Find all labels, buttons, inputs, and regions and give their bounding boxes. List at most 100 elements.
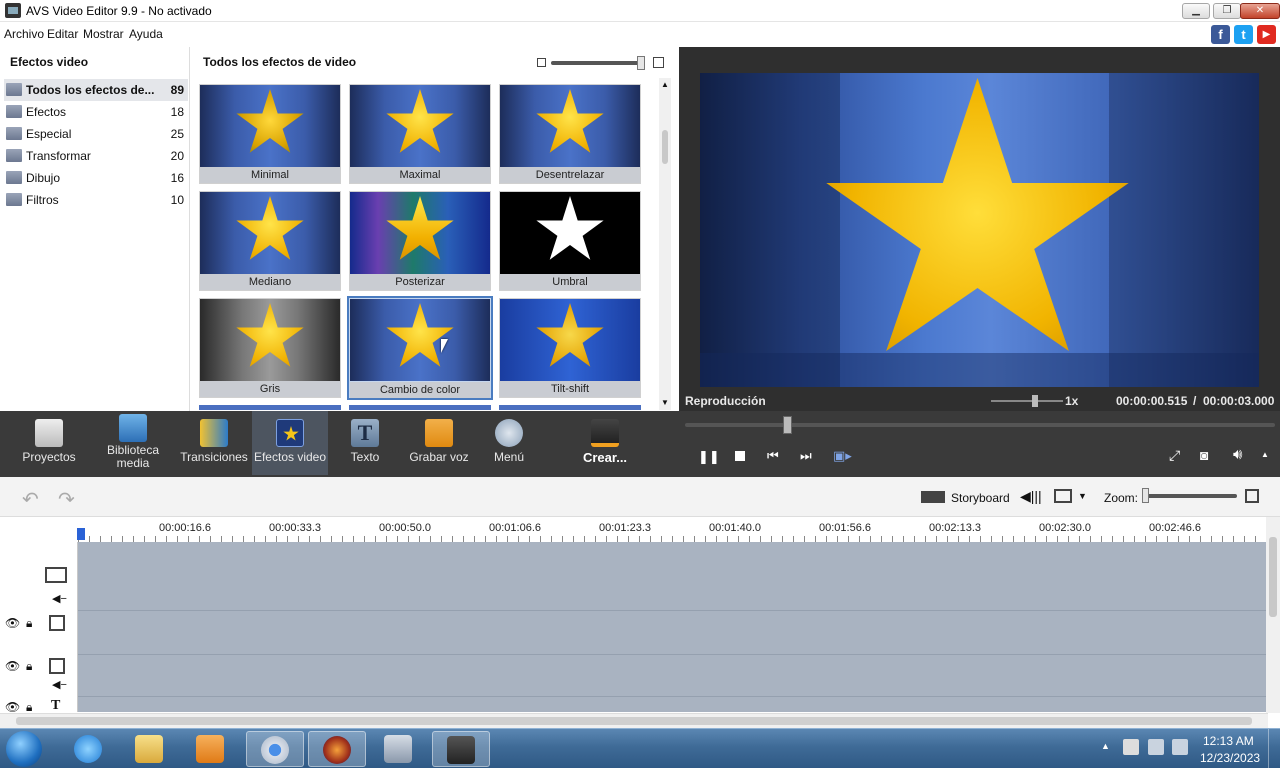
toolbar-crear-button[interactable]: Crear... — [572, 411, 638, 475]
scroll-down-icon[interactable]: ▼ — [661, 398, 669, 407]
previous-frame-icon[interactable]: ⏮ — [767, 448, 779, 464]
scroll-thumb[interactable] — [662, 130, 668, 164]
timeline-vertical-scrollbar[interactable] — [1266, 517, 1280, 713]
effect-tile-posterizar[interactable]: Posterizar — [349, 191, 491, 291]
timeline-horizontal-scrollbar[interactable] — [0, 713, 1268, 728]
pause-icon[interactable]: ❚❚ — [698, 449, 720, 465]
youtube-icon[interactable]: ▶ — [1257, 25, 1276, 44]
scroll-thumb[interactable] — [1269, 537, 1277, 617]
taskbar-explorer[interactable] — [121, 731, 179, 767]
storyboard-label[interactable]: Storyboard — [951, 491, 1010, 505]
ruler-tick-label: 00:01:40.0 — [709, 522, 761, 534]
audio-mixer-icon[interactable]: ◀||| — [1020, 488, 1042, 505]
redo-icon[interactable]: ↷ — [58, 487, 75, 512]
preview-video[interactable] — [700, 73, 1259, 387]
effect-tile-gris[interactable]: Gris — [199, 298, 341, 398]
audio-mute-icon[interactable]: ◀− — [52, 592, 67, 605]
taskbar-ie[interactable] — [60, 731, 118, 767]
thumbnail-size-slider[interactable] — [551, 61, 643, 65]
show-hidden-icons-icon[interactable]: ▲ — [1101, 741, 1110, 751]
dropdown-arrow-icon[interactable]: ▼ — [1078, 491, 1087, 501]
zoom-slider-handle[interactable] — [1142, 488, 1149, 503]
effects-scrollbar[interactable]: ▲ ▼ — [659, 78, 671, 410]
effect-tile-desentrelazar[interactable]: Desentrelazar — [499, 84, 641, 184]
clock-time[interactable]: 12:13 AM — [1203, 734, 1254, 748]
toolbar-proyectos-button[interactable]: Proyectos — [18, 411, 80, 475]
action-center-icon[interactable] — [1123, 739, 1139, 755]
speed-slider[interactable] — [991, 400, 1063, 402]
show-desktop-button[interactable] — [1268, 729, 1280, 769]
category-item-dibujo[interactable]: Dibujo 16 — [4, 167, 188, 189]
menu-editar[interactable]: Editar — [47, 27, 78, 41]
minimize-button[interactable]: ▁ — [1182, 3, 1210, 19]
lock-icon[interactable]: 🔒︎ — [26, 659, 32, 674]
category-item-especial[interactable]: Especial 25 — [4, 123, 188, 145]
category-item-efectos[interactable]: Efectos 18 — [4, 101, 188, 123]
category-item-all[interactable]: Todos los efectos de... 89 — [4, 79, 188, 101]
play-selection-icon[interactable]: ▣▸ — [833, 448, 852, 464]
taskbar-firefox[interactable] — [308, 731, 366, 767]
display-mode-icon[interactable] — [1054, 489, 1072, 503]
lock-icon[interactable]: 🔒︎ — [26, 616, 32, 631]
effect-thumbnail — [500, 192, 640, 274]
toolbar-efectos-video-button[interactable]: Efectos video — [252, 411, 328, 475]
category-count: 20 — [170, 149, 184, 163]
large-thumb-icon[interactable] — [653, 57, 664, 68]
playback-progress-bar[interactable] — [685, 423, 1275, 427]
storyboard-icon[interactable] — [921, 491, 945, 503]
zoom-slider[interactable] — [1143, 494, 1237, 498]
visibility-eye-icon[interactable]: 👁︎ — [5, 700, 20, 714]
clock-date[interactable]: 12/23/2023 — [1200, 751, 1260, 765]
effect-tile-umbral[interactable]: Umbral — [499, 191, 641, 291]
scroll-thumb[interactable] — [16, 717, 1252, 725]
slider-handle[interactable] — [637, 56, 645, 70]
taskbar-avs-video-editor[interactable] — [432, 731, 490, 767]
speed-slider-handle[interactable] — [1032, 395, 1038, 407]
effect-tile-maximal[interactable]: Maximal — [349, 84, 491, 184]
visibility-eye-icon[interactable]: 👁︎ — [5, 659, 20, 673]
volume-muted-icon[interactable] — [1172, 739, 1188, 755]
toolbar-transiciones-button[interactable]: Transiciones — [180, 411, 248, 475]
timeline-ruler[interactable]: 00:00:16.6 00:00:33.3 00:00:50.0 00:01:0… — [0, 517, 1268, 542]
toolbar-biblioteca-button[interactable]: Biblioteca media — [100, 411, 166, 475]
fullscreen-icon[interactable]: ⤢ — [1169, 447, 1180, 464]
taskbar-chrome[interactable] — [246, 731, 304, 767]
small-thumb-icon[interactable] — [537, 58, 546, 67]
audio-mute-icon[interactable]: ◀− — [52, 678, 67, 691]
visibility-eye-icon[interactable]: 👁︎ — [5, 616, 20, 630]
playhead-marker[interactable] — [77, 528, 85, 540]
create-clapperboard-icon — [591, 419, 619, 447]
restore-button[interactable]: ❐ — [1213, 3, 1241, 19]
undo-icon[interactable]: ↶ — [22, 487, 39, 512]
toolbar-grabar-voz-button[interactable]: Grabar voz — [404, 411, 474, 475]
track-headers: ◀− 👁︎ 🔒︎ 👁︎ 🔒︎ ◀− 👁︎ 🔒︎ T — [0, 542, 78, 714]
category-item-filtros[interactable]: Filtros 10 — [4, 189, 188, 211]
start-button-icon[interactable] — [6, 731, 42, 767]
scroll-up-icon[interactable]: ▲ — [661, 80, 669, 89]
stop-icon[interactable] — [735, 451, 745, 461]
effect-tile-cambio-de-color[interactable]: Cambio de color — [347, 296, 493, 400]
twitter-icon[interactable]: t — [1234, 25, 1253, 44]
menu-ayuda[interactable]: Ayuda — [129, 27, 163, 41]
next-frame-icon[interactable]: ⏭ — [800, 448, 812, 464]
expand-up-icon[interactable]: ▲ — [1261, 450, 1269, 459]
taskbar-media-player[interactable] — [182, 731, 240, 767]
close-button[interactable]: ✕ — [1240, 3, 1280, 19]
menu-archivo[interactable]: Archivo — [4, 27, 44, 41]
facebook-icon[interactable]: f — [1211, 25, 1230, 44]
effect-tile-mediano[interactable]: Mediano — [199, 191, 341, 291]
menu-mostrar[interactable]: Mostrar — [83, 27, 124, 41]
volume-icon[interactable]: 🔊︎ — [1233, 446, 1242, 463]
ruler-tick-label: 00:00:33.3 — [269, 522, 321, 534]
effect-tile-tilt-shift[interactable]: Tilt-shift — [499, 298, 641, 398]
playback-handle[interactable] — [783, 416, 792, 434]
taskbar-onscreen-keyboard[interactable] — [370, 731, 428, 767]
fit-to-window-icon[interactable] — [1245, 489, 1259, 503]
category-item-transformar[interactable]: Transformar 20 — [4, 145, 188, 167]
effect-tile-minimal[interactable]: Minimal — [199, 84, 341, 184]
toolbar-menu-button[interactable]: Menú — [482, 411, 536, 475]
snapshot-camera-icon[interactable]: ◙ — [1200, 447, 1208, 463]
timeline-tracks[interactable] — [78, 542, 1266, 712]
toolbar-texto-button[interactable]: T Texto — [336, 411, 394, 475]
network-icon[interactable] — [1148, 739, 1164, 755]
